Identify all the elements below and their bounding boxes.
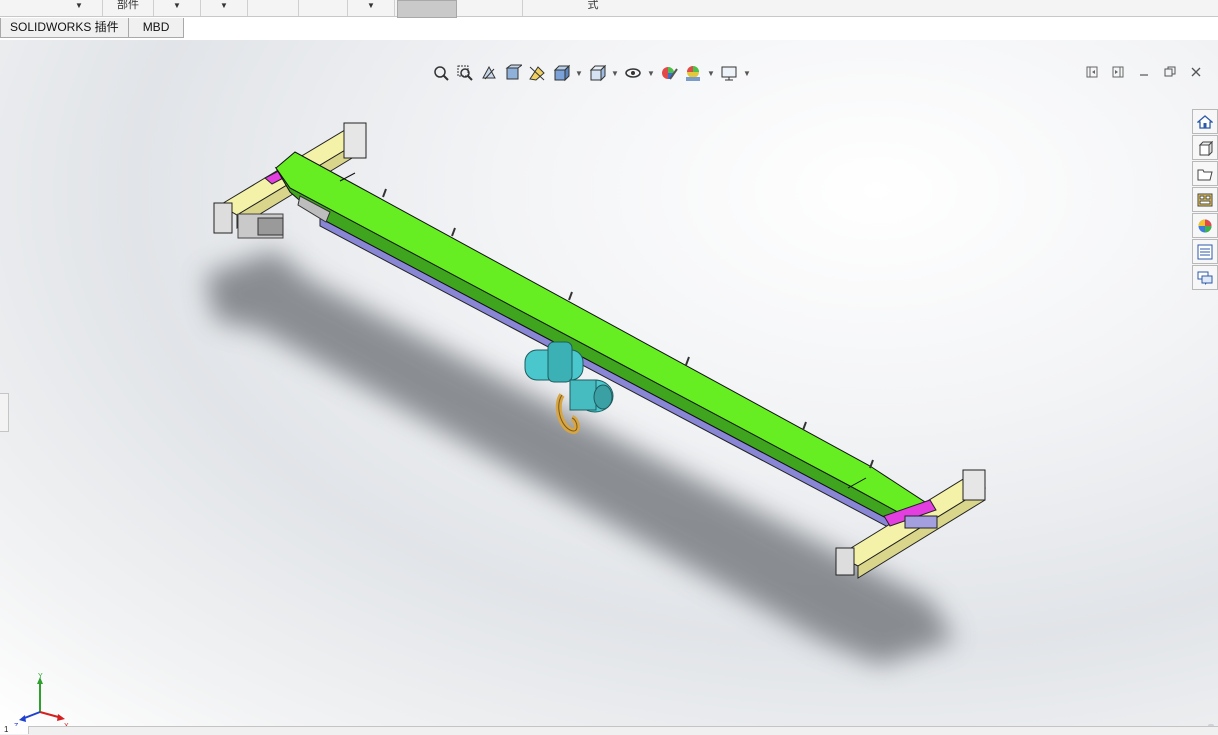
chevron-down-icon[interactable]: ▼ <box>646 69 656 78</box>
split-right-icon[interactable] <box>1108 62 1128 82</box>
tab-solidworks-addins[interactable]: SOLIDWORKS 插件 <box>0 18 129 38</box>
zoom-to-area-icon[interactable] <box>454 62 476 84</box>
ribbon-dropdown[interactable]: ▼ <box>201 0 248 16</box>
zoom-to-fit-icon[interactable] <box>430 62 452 84</box>
dynamic-annotation-icon[interactable] <box>526 62 548 84</box>
chevron-down-icon[interactable]: ▼ <box>610 69 620 78</box>
graphics-viewport[interactable]: ▼ ▼ ▼ ▼ ▼ Y <box>0 40 1218 726</box>
section-view-icon[interactable] <box>502 62 524 84</box>
chevron-down-icon[interactable]: ▼ <box>574 69 584 78</box>
ribbon-dropdown[interactable]: ▼ <box>348 0 395 16</box>
ribbon-dropdown[interactable]: ▼ <box>154 0 201 16</box>
command-manager-tabs: SOLIDWORKS 插件 MBD <box>0 18 185 39</box>
file-explorer-icon[interactable] <box>1192 161 1218 186</box>
apply-scene-icon[interactable] <box>682 62 704 84</box>
chevron-down-icon[interactable]: ▼ <box>706 69 716 78</box>
chevron-down-icon: ▼ <box>173 1 181 10</box>
view-orientation-icon[interactable] <box>550 62 572 84</box>
forum-icon[interactable] <box>1192 265 1218 290</box>
heads-up-view-toolbar: ▼ ▼ ▼ ▼ ▼ <box>430 61 752 85</box>
split-left-icon[interactable] <box>1082 62 1102 82</box>
chevron-down-icon: ▼ <box>220 1 228 10</box>
ribbon-button[interactable] <box>248 0 299 16</box>
task-pane-tabs <box>1192 109 1218 291</box>
crane-model[interactable] <box>0 40 1218 726</box>
ribbon-style-label: 式 <box>587 0 599 11</box>
triad-y-label: Y <box>38 673 43 680</box>
document-window-controls <box>1082 62 1206 82</box>
ribbon-toolbar: ▼ 部件 ▼ ▼ ▼ 式 <box>0 0 1218 18</box>
tab-mbd[interactable]: MBD <box>127 18 185 38</box>
ribbon-button[interactable] <box>458 0 523 16</box>
appearances-icon[interactable] <box>1192 213 1218 238</box>
sheet-tab[interactable]: 1 <box>0 726 29 734</box>
view-palette-icon[interactable] <box>1192 187 1218 212</box>
close-icon[interactable] <box>1186 62 1206 82</box>
hide-show-icon[interactable] <box>622 62 644 84</box>
ribbon-style-button[interactable]: 式 <box>523 0 663 16</box>
previous-view-icon[interactable] <box>478 62 500 84</box>
design-library-icon[interactable] <box>1192 135 1218 160</box>
ribbon-dropdown[interactable]: ▼ <box>56 0 103 16</box>
edit-appearance-icon[interactable] <box>658 62 680 84</box>
chevron-down-icon: ▼ <box>75 1 83 10</box>
ribbon-parts-label: 部件 <box>117 0 139 11</box>
custom-properties-icon[interactable] <box>1192 239 1218 264</box>
ribbon-button-pressed[interactable] <box>397 0 457 18</box>
restore-icon[interactable] <box>1160 62 1180 82</box>
minimize-icon[interactable] <box>1134 62 1154 82</box>
ribbon-button[interactable] <box>299 0 348 16</box>
home-icon[interactable] <box>1192 109 1218 134</box>
display-style-icon[interactable] <box>586 62 608 84</box>
ribbon-parts-button[interactable]: 部件 <box>103 0 154 16</box>
chevron-down-icon[interactable]: ▼ <box>742 69 752 78</box>
feature-manager-collapse-handle[interactable] <box>0 393 9 432</box>
chevron-down-icon: ▼ <box>367 1 375 10</box>
reference-triad: Y X Z <box>14 673 69 726</box>
view-settings-icon[interactable] <box>718 62 740 84</box>
